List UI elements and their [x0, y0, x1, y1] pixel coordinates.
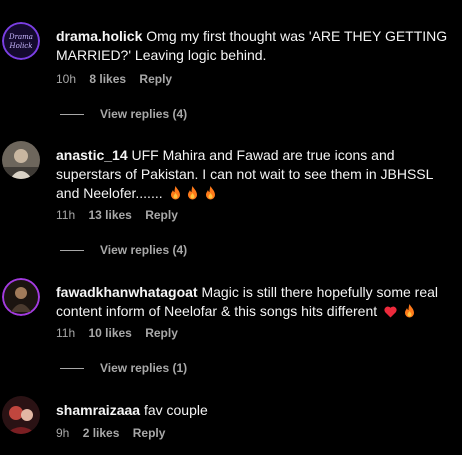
red-heart-icon: [384, 304, 397, 323]
comment-meta: 11h 13 likes Reply: [56, 208, 188, 222]
comment-likes[interactable]: 2 likes: [83, 426, 120, 440]
view-replies-line: [60, 250, 84, 252]
comment-likes[interactable]: 10 likes: [88, 326, 131, 340]
view-replies-button[interactable]: View replies (1): [60, 361, 187, 375]
reply-button[interactable]: Reply: [145, 326, 178, 340]
avatar-logo-text-line1: Drama: [8, 33, 33, 41]
view-replies-button[interactable]: View replies (4): [60, 243, 187, 257]
comment-username[interactable]: shamraizaaa: [56, 402, 140, 418]
comment-body: fav couple: [143, 402, 208, 418]
comment-username[interactable]: anastic_14: [56, 147, 128, 163]
avatar-drama-holick-image: Drama Holick: [2, 22, 40, 60]
avatar-shamraizaaa-image: [2, 396, 40, 434]
comment-time: 11h: [56, 208, 76, 222]
fire-icon: [187, 186, 198, 205]
view-replies-label: View replies (1): [100, 361, 188, 375]
view-replies-line: [60, 114, 84, 116]
avatar-fawadkhanwhatagoat-image: [2, 278, 40, 316]
comment-meta: 11h 10 likes Reply: [56, 326, 188, 340]
view-replies-button[interactable]: View replies (4): [60, 107, 187, 121]
avatar[interactable]: [2, 396, 40, 434]
avatar[interactable]: [2, 278, 40, 316]
fire-icon: [205, 186, 216, 205]
comment-time: 11h: [56, 326, 76, 340]
comment-text: fawadkhanwhatagoat Magic is still there …: [56, 283, 452, 323]
comment-text: shamraizaaa fav couple: [56, 401, 452, 420]
avatar[interactable]: [2, 141, 40, 179]
fire-icon: [404, 304, 415, 323]
reply-button[interactable]: Reply: [133, 426, 166, 440]
comment-time: 10h: [56, 72, 77, 86]
comment-text: drama.holick Omg my first thought was 'A…: [56, 27, 452, 65]
avatar[interactable]: Drama Holick: [2, 22, 40, 60]
reply-button[interactable]: Reply: [145, 208, 178, 222]
comment-text: anastic_14 UFF Mahira and Fawad are true…: [56, 146, 452, 205]
fire-icon: [170, 186, 181, 205]
comment-likes[interactable]: 13 likes: [88, 208, 131, 222]
comment-meta: 9h 2 likes Reply: [56, 426, 175, 440]
avatar-anastic-image: [2, 141, 40, 179]
comment-likes[interactable]: 8 likes: [89, 72, 126, 86]
comment-time: 9h: [56, 426, 70, 440]
comment-meta: 10h 8 likes Reply: [56, 72, 182, 86]
comment-username[interactable]: drama.holick: [56, 28, 142, 44]
view-replies-label: View replies (4): [100, 107, 188, 121]
comment-username[interactable]: fawadkhanwhatagoat: [56, 284, 198, 300]
reply-button[interactable]: Reply: [139, 72, 172, 86]
view-replies-line: [60, 368, 84, 370]
avatar-logo-text-line2: Holick: [9, 42, 33, 50]
view-replies-label: View replies (4): [100, 243, 188, 257]
